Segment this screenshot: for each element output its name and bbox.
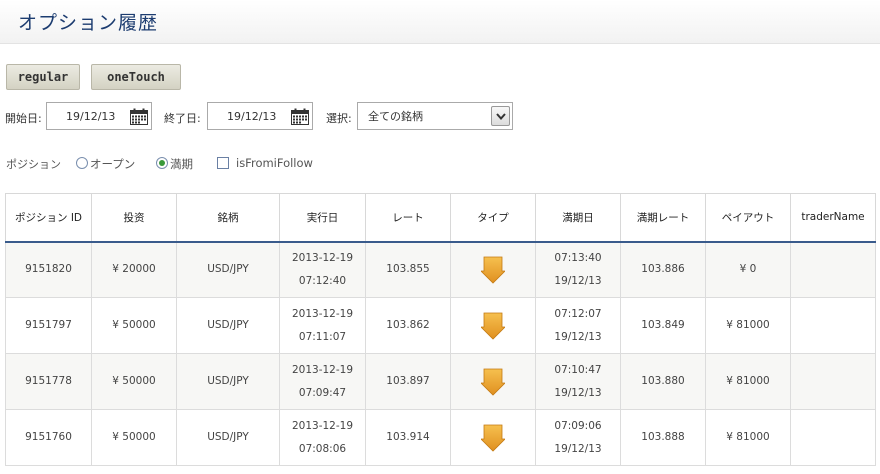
- table-row: 9151820 ¥ 20000 USD/JPY 2013-12-19 07:12:…: [5, 241, 876, 298]
- table-row: 9151760 ¥ 50000 USD/JPY 2013-12-19 07:08:…: [5, 409, 876, 466]
- cell-type: [450, 241, 536, 298]
- cell-payout: ¥ 0: [705, 241, 791, 298]
- page-title: オプション履歴: [18, 12, 159, 34]
- cell-expiry-day: 19/12/13: [554, 386, 602, 399]
- end-date-value: 19/12/13: [227, 109, 277, 123]
- isfromifollow-checkbox[interactable]: [217, 157, 229, 169]
- cell-expiry-time: 07:13:40: [554, 251, 602, 264]
- cell-type: [450, 353, 536, 410]
- cell-expiry-day: 19/12/13: [554, 330, 602, 343]
- cell-exec-date-date: 2013-12-19: [291, 363, 354, 376]
- table-row: 9151778 ¥ 50000 USD/JPY 2013-12-19 07:09:…: [5, 353, 876, 410]
- cell-position-id: 9151820: [5, 241, 92, 298]
- cell-symbol: USD/JPY: [176, 297, 280, 354]
- cell-position-id: 9151797: [5, 297, 92, 354]
- history-table: ポジション ID 投资 銘柄 実行日 レート タイプ 満期日 満期レート ペイア…: [5, 193, 876, 466]
- end-date-input[interactable]: 19/12/13: [207, 102, 313, 130]
- cell-exec-date: 2013-12-19 07:12:40: [279, 241, 366, 298]
- cell-expiry-date: 07:12:07 19/12/13: [535, 297, 621, 354]
- cell-expiry-time: 07:10:47: [554, 363, 602, 376]
- cell-type: [450, 297, 536, 354]
- cell-expiry-day: 19/12/13: [554, 274, 602, 287]
- cell-type: [450, 409, 536, 466]
- onetouch-button[interactable]: oneTouch: [91, 64, 181, 90]
- cell-trader-name: [790, 297, 876, 354]
- arrow-down-icon: [481, 256, 505, 284]
- column-header-expiry-rate[interactable]: 満期レート: [620, 193, 706, 243]
- cell-exec-date-time: 07:08:06: [298, 442, 347, 455]
- cell-exec-date: 2013-12-19 07:09:47: [279, 353, 366, 410]
- cell-exec-date-date: 2013-12-19: [291, 419, 354, 432]
- calendar-icon[interactable]: [291, 108, 309, 125]
- table-header-row: ポジション ID 投资 銘柄 実行日 レート タイプ 満期日 満期レート ペイア…: [5, 193, 876, 243]
- cell-position-id: 9151760: [5, 409, 92, 466]
- cell-symbol: USD/JPY: [176, 409, 280, 466]
- arrow-down-icon: [481, 312, 505, 340]
- cell-expiry-time: 07:09:06: [554, 419, 602, 432]
- cell-expiry-rate: 103.886: [620, 241, 706, 298]
- cell-payout: ¥ 81000: [705, 409, 791, 466]
- cell-investment: ¥ 20000: [91, 241, 177, 298]
- expired-radio-label: 満期: [170, 157, 193, 171]
- cell-investment: ¥ 50000: [91, 409, 177, 466]
- cell-trader-name: [790, 353, 876, 410]
- symbol-select[interactable]: 全ての銘柄: [357, 102, 513, 130]
- cell-exec-date-time: 07:12:40: [298, 274, 347, 287]
- cell-rate: 103.862: [365, 297, 451, 354]
- symbol-select-value: 全ての銘柄: [368, 110, 423, 123]
- column-header-payout[interactable]: ペイアウト: [705, 193, 791, 243]
- cell-exec-date-date: 2013-12-19: [291, 251, 354, 264]
- start-date-input[interactable]: 19/12/13: [46, 102, 152, 130]
- symbol-select-label: 選択:: [326, 112, 352, 125]
- column-header-investment[interactable]: 投资: [91, 193, 177, 243]
- cell-trader-name: [790, 409, 876, 466]
- start-date-value: 19/12/13: [66, 109, 116, 123]
- cell-investment: ¥ 50000: [91, 297, 177, 354]
- table-row: 9151797 ¥ 50000 USD/JPY 2013-12-19 07:11:…: [5, 297, 876, 354]
- arrow-down-icon: [481, 368, 505, 396]
- cell-exec-date: 2013-12-19 07:08:06: [279, 409, 366, 466]
- cell-expiry-date: 07:09:06 19/12/13: [535, 409, 621, 466]
- open-radio-label: オープン: [90, 157, 136, 171]
- column-header-exec-date[interactable]: 実行日: [279, 193, 366, 243]
- regular-button[interactable]: regular: [6, 64, 80, 90]
- column-header-symbol[interactable]: 銘柄: [176, 193, 280, 243]
- column-header-trader-name[interactable]: traderName: [790, 193, 876, 243]
- open-radio[interactable]: [76, 157, 88, 169]
- chevron-down-icon[interactable]: [491, 106, 510, 126]
- column-header-position-id[interactable]: ポジション ID: [5, 193, 92, 243]
- cell-position-id: 9151778: [5, 353, 92, 410]
- cell-expiry-rate: 103.888: [620, 409, 706, 466]
- column-header-rate[interactable]: レート: [365, 193, 451, 243]
- cell-expiry-date: 07:13:40 19/12/13: [535, 241, 621, 298]
- cell-exec-date-time: 07:11:07: [298, 330, 347, 343]
- end-date-label: 終了日:: [164, 112, 201, 125]
- cell-rate: 103.855: [365, 241, 451, 298]
- cell-payout: ¥ 81000: [705, 353, 791, 410]
- cell-expiry-date: 07:10:47 19/12/13: [535, 353, 621, 410]
- expired-radio[interactable]: [156, 157, 168, 169]
- cell-trader-name: [790, 241, 876, 298]
- column-header-expiry-date[interactable]: 満期日: [535, 193, 621, 243]
- cell-expiry-day: 19/12/13: [554, 442, 602, 455]
- column-header-type[interactable]: タイプ: [450, 193, 536, 243]
- cell-investment: ¥ 50000: [91, 353, 177, 410]
- cell-expiry-rate: 103.849: [620, 297, 706, 354]
- cell-expiry-rate: 103.880: [620, 353, 706, 410]
- cell-exec-date-time: 07:09:47: [298, 386, 347, 399]
- position-label: ポジション: [6, 158, 61, 171]
- start-date-label: 開始日:: [5, 112, 42, 125]
- cell-symbol: USD/JPY: [176, 241, 280, 298]
- calendar-icon[interactable]: [130, 108, 148, 125]
- cell-symbol: USD/JPY: [176, 353, 280, 410]
- cell-exec-date-date: 2013-12-19: [291, 307, 354, 320]
- isfromifollow-label: isFromiFollow: [236, 156, 313, 170]
- arrow-down-icon: [481, 424, 505, 452]
- cell-exec-date: 2013-12-19 07:11:07: [279, 297, 366, 354]
- page-header: オプション履歴: [0, 0, 880, 44]
- cell-payout: ¥ 81000: [705, 297, 791, 354]
- cell-expiry-time: 07:12:07: [554, 307, 602, 320]
- cell-rate: 103.897: [365, 353, 451, 410]
- cell-rate: 103.914: [365, 409, 451, 466]
